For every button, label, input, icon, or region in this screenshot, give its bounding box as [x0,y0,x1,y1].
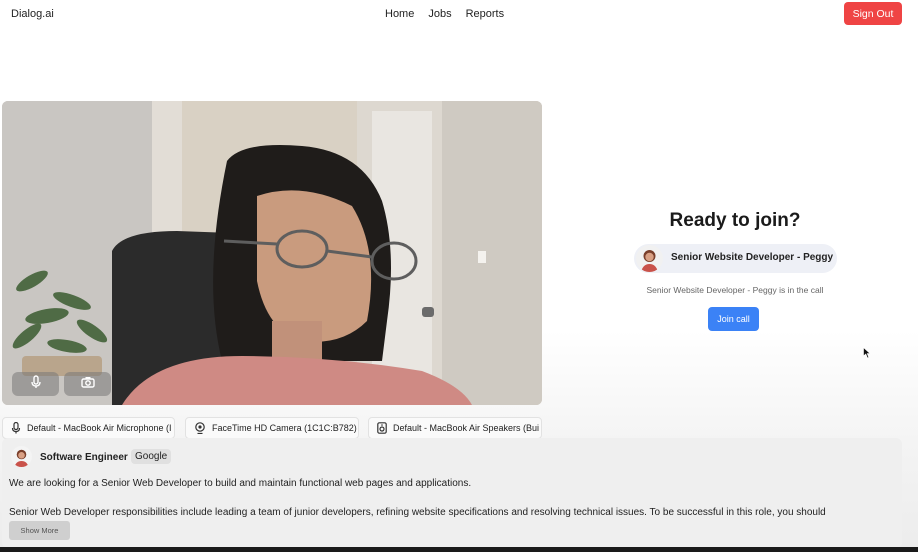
job-title: Software Engineer [40,452,128,463]
mouse-cursor-icon [863,346,871,364]
video-preview [2,101,542,405]
show-more-button[interactable]: Show More [9,521,70,540]
speaker-icon [377,422,387,434]
job-avatar [11,446,32,467]
job-description-responsibilities: Senior Web Developer responsibilities in… [9,507,826,518]
camera-select-value: FaceTime HD Camera (1C1C:B782) [212,423,357,433]
join-title: Ready to join? [669,210,801,231]
job-description-intro: We are looking for a Senior Web Develope… [9,478,472,489]
nav-reports[interactable]: Reports [466,8,505,20]
join-panel: Ready to join? Senior Website Developer … [600,200,870,331]
bottom-bar [0,547,918,552]
brand-logo[interactable]: Dialog.ai [11,8,54,20]
camera-feed-illustration [2,101,542,405]
camera-toggle-button[interactable] [64,372,111,396]
participant-avatar [636,245,663,272]
speaker-select-value: Default - MacBook Air Speakers (Bui [393,423,540,433]
camera-icon [80,375,95,393]
mic-toggle-button[interactable] [12,372,59,396]
participant-name: Senior Website Developer - Peggy [671,252,834,263]
job-card: Software Engineer Google We are looking … [2,438,902,548]
participant-chip: Senior Website Developer - Peggy [634,244,837,273]
sign-out-button[interactable]: Sign Out [844,2,902,25]
join-call-button[interactable]: Join call [708,307,759,331]
microphone-select-value: Default - MacBook Air Microphone (I [27,423,172,433]
microphone-select[interactable]: Default - MacBook Air Microphone (I [2,417,175,439]
device-selectors: Default - MacBook Air Microphone (I Face… [2,417,542,439]
webcam-icon [194,422,206,434]
top-navbar: Dialog.ai Home Jobs Reports Sign Out [0,0,918,30]
in-call-status: Senior Website Developer - Peggy is in t… [646,285,824,295]
nav-jobs[interactable]: Jobs [428,8,451,20]
speaker-select[interactable]: Default - MacBook Air Speakers (Bui [368,417,542,439]
company-badge: Google [131,449,172,464]
nav-home[interactable]: Home [385,8,414,20]
microphone-icon [11,422,21,434]
mic-icon [30,374,42,394]
camera-select[interactable]: FaceTime HD Camera (1C1C:B782) [185,417,359,439]
main-nav: Home Jobs Reports [385,8,504,20]
